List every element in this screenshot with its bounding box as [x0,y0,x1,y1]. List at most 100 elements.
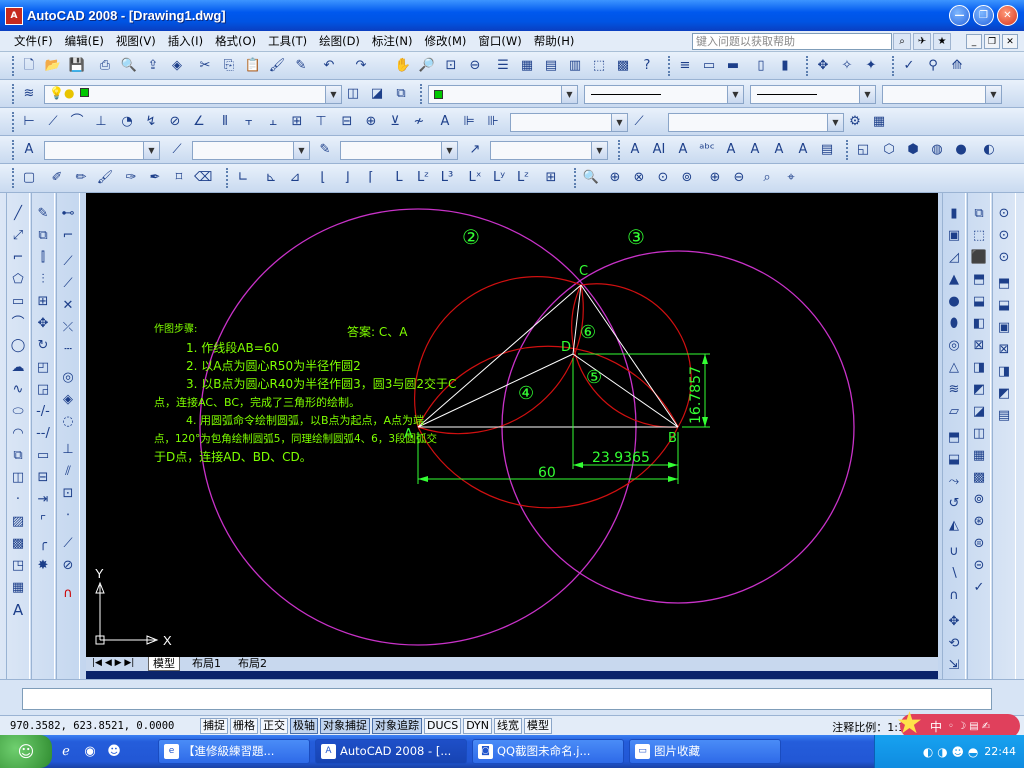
copy-icon[interactable]: ⎘ [220,57,238,75]
radius-dim-icon[interactable]: ◔ [118,113,136,131]
torus-icon[interactable]: ◎ [945,337,963,355]
text-style-icon[interactable]: A [20,141,38,159]
menu-draw[interactable]: 绘图(D) [313,33,366,49]
camera-icon[interactable]: ▤ [995,407,1013,425]
ie-quicklaunch-icon[interactable]: ℯ [56,742,76,762]
spell-check-icon[interactable]: ᵃᵇᶜ [698,141,716,159]
clock[interactable]: 22:44 [984,745,1016,758]
scale-icon[interactable]: ◰ [34,359,52,377]
copy-faces-icon[interactable]: ◪ [970,403,988,421]
dim-text-height[interactable]: 16.7857 [688,366,704,424]
ime-mode-label[interactable]: 中 [930,718,942,735]
linetype-dropdown[interactable]: ▼ [584,85,744,104]
text-field-icon[interactable]: A [794,141,812,159]
gradient-icon[interactable]: ▩ [9,535,27,553]
menu-window[interactable]: 窗口(W) [472,33,527,49]
jogged-dim-icon[interactable]: ↯ [142,113,160,131]
box-icon[interactable]: ▣ [945,227,963,245]
temp-track-icon[interactable]: ⊷ [59,205,77,223]
rotate-icon[interactable]: ↻ [34,337,52,355]
jogged-linear-icon[interactable]: ≁ [410,113,428,131]
trim-icon[interactable]: -/- [34,403,52,421]
ucs-world-icon[interactable]: ⊾ [262,169,280,187]
text-scale-icon[interactable]: A [722,141,740,159]
dim-edit-icon[interactable]: A [436,113,454,131]
menu-insert[interactable]: 插入(I) [162,33,209,49]
layer-toolbar-icon[interactable]: ≡ [676,57,694,75]
layer-manager-icon[interactable]: ≋ [20,85,38,103]
multileader-style-icon[interactable]: ↗ [466,141,484,159]
line-icon[interactable]: ╱ [9,205,27,223]
zoom-window-icon-2[interactable]: ⊕ [606,169,624,187]
ducs-toggle[interactable]: DUCS [424,717,462,734]
print-preview-icon[interactable]: 🔍 [120,57,138,75]
explode-icon[interactable]: ✸ [34,557,52,575]
line-bc[interactable] [580,284,679,428]
layer-previous-icon[interactable]: ▬ [724,57,742,75]
fly-tool-icon[interactable]: ⊠ [995,341,1013,359]
cylinder-icon[interactable]: ⬮ [945,315,963,333]
ucs-x-icon[interactable]: Lˣ [466,169,484,187]
arc-length-icon[interactable]: ⌒ [68,113,86,131]
snap-node-icon[interactable]: ⋅ [59,507,77,525]
mirror-icon[interactable]: ⫿ [34,249,52,267]
quick-dim-icon[interactable]: ⫴ [216,113,234,131]
cone-icon[interactable]: ▲ [945,271,963,289]
snap-from-icon[interactable]: ⌐ [59,227,77,245]
paste-icon[interactable]: 📋 [244,57,262,75]
clean-icon[interactable]: ⊛ [970,513,988,531]
realistic-icon[interactable]: ◍ [928,141,946,159]
fly-icon[interactable]: ⟰ [948,57,966,75]
text-style-dropdown[interactable]: ▼ [44,141,160,160]
visual-styles-icon[interactable]: ◐ [980,141,998,159]
pan-3d-icon[interactable]: ◩ [995,385,1013,403]
zoom-center-icon[interactable]: ⊚ [678,169,696,187]
offset-faces-icon[interactable]: ◧ [970,315,988,333]
dim-style-dropdown[interactable]: ▼ [510,113,628,132]
hatch-icon[interactable]: ▨ [9,513,27,531]
wedge-icon[interactable]: ◿ [945,249,963,267]
zoom-in-icon[interactable]: ⊕ [706,169,724,187]
design-center-icon[interactable]: ▦ [518,57,536,75]
tab-layout1[interactable]: 布局1 [188,657,225,671]
zoom-out-icon[interactable]: ⊖ [730,169,748,187]
menu-modify[interactable]: 修改(M) [419,33,473,49]
justify-text-icon[interactable]: A [746,141,764,159]
task-folder[interactable]: ▭ 图片收藏 [629,739,781,764]
3d-rotate-icon[interactable]: ⟲ [945,635,963,653]
chamfer-icon[interactable]: ⌜ [34,513,52,531]
new-file-icon[interactable]: 🗋 [20,57,38,75]
tray-icons[interactable]: ◐ ◑ ☻ ◓ [923,745,978,759]
snap-perpendicular-icon[interactable]: ⊥ [59,441,77,459]
spline-icon[interactable]: ∿ [9,381,27,399]
ucs-zaxis-icon[interactable]: Lᶻ [414,169,432,187]
measure-icon[interactable]: ✓ [900,57,918,75]
color-faces-icon[interactable]: ◫ [970,425,988,443]
drawing-canvas[interactable]: A B C D ② ③ ④ ⑤ ⑥ 60 23.9365 16.7857 作图步… [86,193,938,657]
polar-toggle[interactable]: 极轴 [290,717,318,734]
menu-help[interactable]: 帮助(H) [528,33,581,49]
3d-align-icon[interactable]: ⇲ [945,657,963,675]
insert-block-icon[interactable]: ⧉ [9,447,27,465]
ordinate-dim-icon[interactable]: ⊥ [92,113,110,131]
publish-icon[interactable]: ⇪ [144,57,162,75]
multileader-style-dropdown[interactable]: ▼ [490,141,608,160]
snap-endpoint-icon[interactable]: ⟋ [59,253,77,271]
layer-previous-icon-2[interactable]: ◪ [368,85,386,103]
ucs-previous-icon[interactable]: ⊿ [286,169,304,187]
free-orbit-icon[interactable]: ⊙ [995,227,1013,245]
properties-edit-icon[interactable]: ✐ [48,169,66,187]
doc-restore-button[interactable]: ❐ [984,34,1000,49]
task-ie[interactable]: e 【進修級練習題... [158,739,310,764]
zoom-extents-icon[interactable]: ⌖ [782,169,800,187]
snap-center-icon[interactable]: ◎ [59,369,77,387]
2d-wireframe-icon[interactable]: ◱ [854,141,872,159]
sweep-icon[interactable]: ⤳ [945,473,963,491]
planar-surface-icon[interactable]: ▱ [945,403,963,421]
ucs-icon[interactable]: ∟ [234,169,252,187]
start-button[interactable]: ☺ [0,735,52,768]
match-properties-icon[interactable]: 🖌 [268,57,286,75]
grid-toggle[interactable]: 栅格 [230,717,258,734]
tab-layout2[interactable]: 布局2 [234,657,271,671]
zoom-dynamic-icon[interactable]: ⊗ [630,169,648,187]
